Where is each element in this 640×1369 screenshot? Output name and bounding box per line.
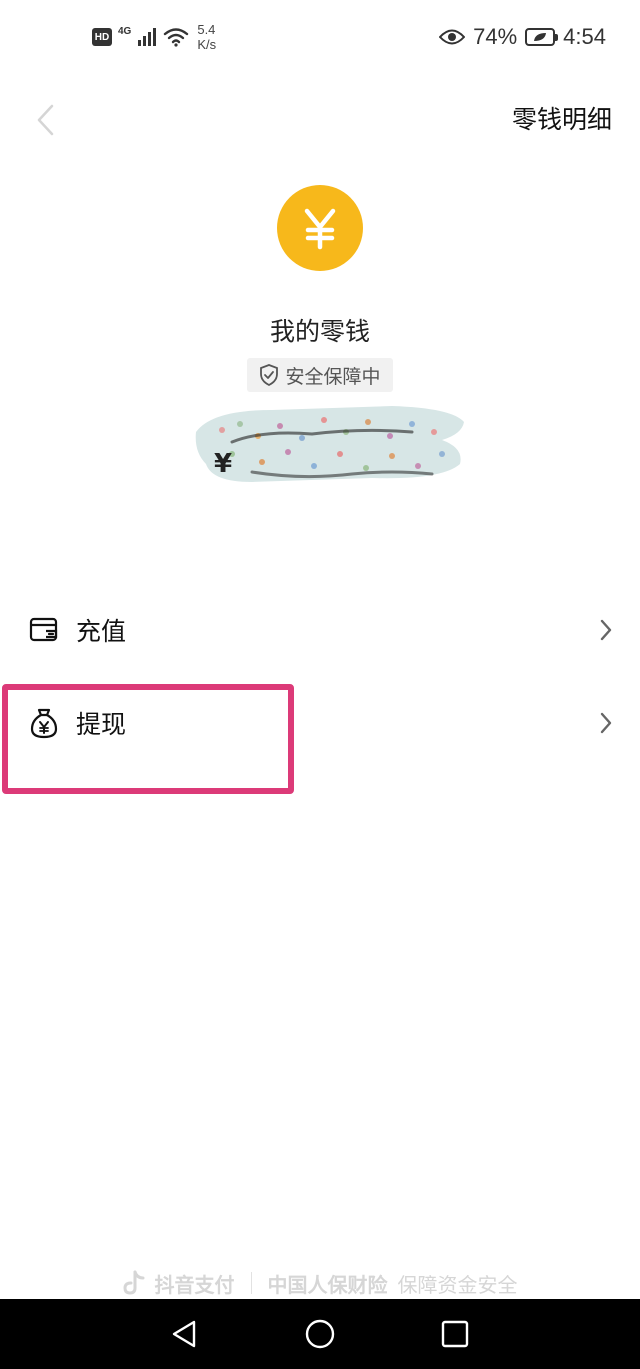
currency-symbol: ¥: [214, 449, 232, 479]
signal-icon: [138, 28, 157, 46]
tiktok-logo-icon: [122, 1270, 144, 1295]
nav-home-button[interactable]: [302, 1316, 338, 1352]
back-button[interactable]: [26, 100, 66, 140]
hd-badge: HD: [92, 28, 112, 46]
balance-amount-redacted: ¥: [192, 402, 468, 486]
speed-unit: K/s: [197, 37, 217, 52]
shield-check-icon: [260, 364, 279, 386]
recharge-label: 充值: [76, 617, 127, 646]
footer-divider: [250, 1272, 252, 1294]
withdraw-label: 提现: [76, 710, 127, 739]
nav-recents-button[interactable]: [437, 1316, 473, 1352]
eye-icon: [439, 29, 466, 45]
chevron-right-icon: [596, 710, 616, 736]
footer-brand: 抖音支付: [154, 1272, 235, 1297]
balance-title: 我的零钱: [269, 317, 370, 346]
status-left: HD 4G 5.4 K/s: [92, 22, 216, 52]
status-bar: HD 4G 5.4 K/s 74% 4:54: [0, 0, 640, 76]
chevron-right-icon: [596, 617, 616, 643]
security-badge: 安全保障中: [247, 358, 393, 392]
footer-guarantee: 保障资金安全: [397, 1272, 518, 1297]
circle-home-icon: [305, 1319, 335, 1349]
triangle-back-icon: [172, 1320, 196, 1348]
menu-item-withdraw[interactable]: 提现: [0, 688, 640, 758]
money-bag-icon: [28, 707, 60, 739]
security-text: 安全保障中: [285, 365, 381, 388]
nav-back-button[interactable]: [166, 1316, 202, 1352]
status-right: 74% 4:54: [439, 24, 606, 50]
network-speed: 5.4 K/s: [197, 22, 216, 52]
system-nav-bar: [0, 1299, 640, 1369]
chevron-left-icon: [37, 104, 54, 136]
square-recents-icon: [441, 1320, 469, 1348]
wallet-card-icon: [28, 614, 60, 646]
change-details-link[interactable]: 零钱明细: [512, 100, 612, 140]
network-type: 4G: [118, 25, 132, 37]
battery-percent: 74%: [473, 24, 518, 49]
speed-value: 5.4: [197, 22, 216, 37]
footer-security: 抖音支付 中国人保财险 保障资金安全: [0, 1268, 640, 1298]
yuan-coin-icon: [277, 185, 363, 271]
menu-item-recharge[interactable]: 充值: [0, 595, 640, 665]
wifi-icon: [164, 28, 189, 47]
footer-insurer: 中国人保财险: [267, 1272, 388, 1297]
battery-icon: [525, 28, 559, 46]
clock: 4:54: [563, 24, 606, 49]
